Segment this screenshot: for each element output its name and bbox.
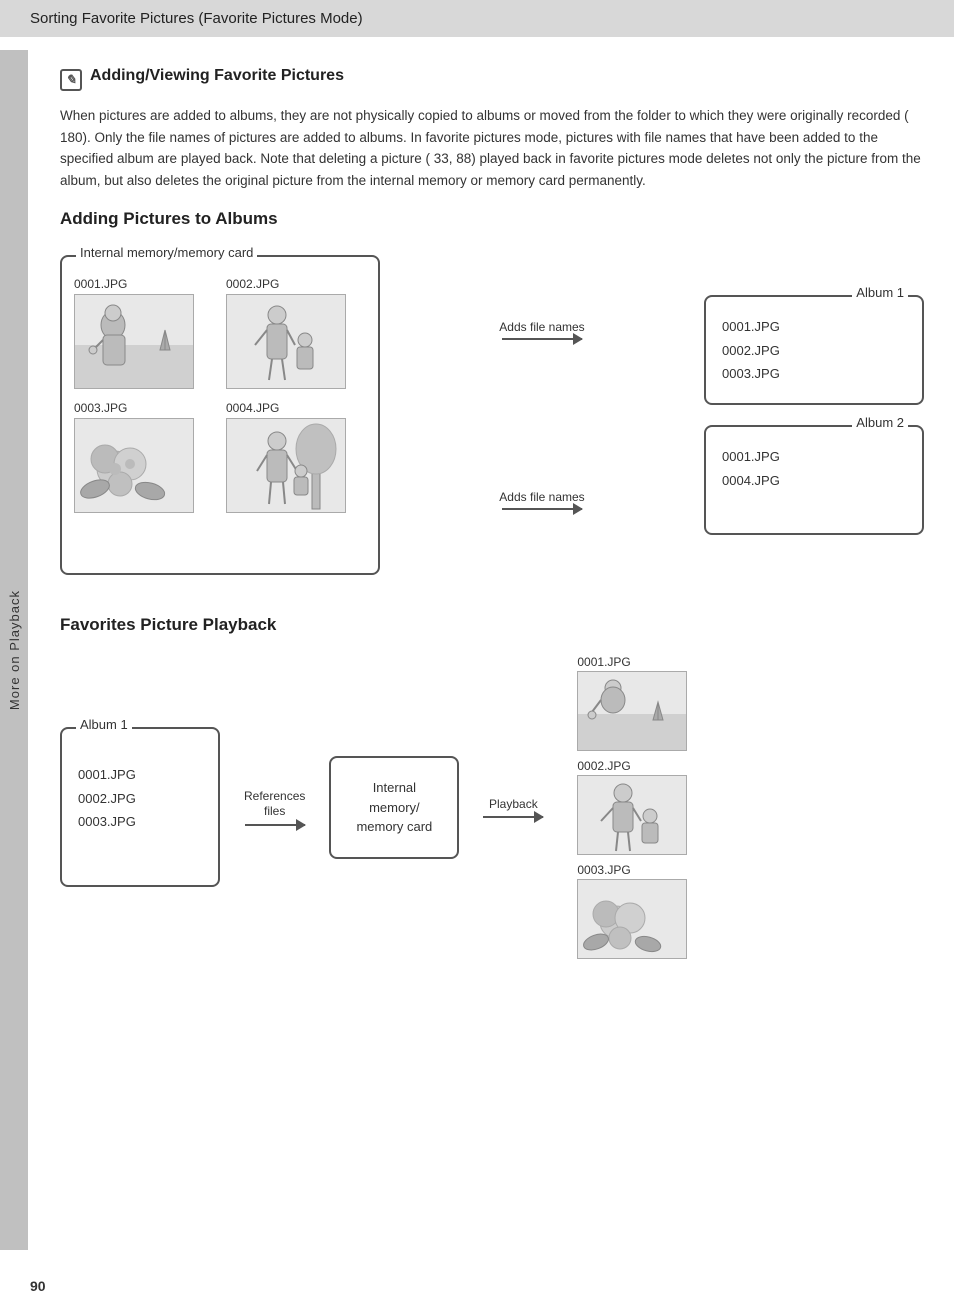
page-header: Sorting Favorite Pictures (Favorite Pict…	[0, 0, 954, 37]
arrow-row-2: Adds file names	[499, 490, 584, 510]
arrow-right-2	[502, 508, 582, 510]
pb-label-1: 0001.JPG	[577, 655, 630, 669]
pb-thumb-1: 0001.JPG	[577, 655, 687, 751]
pb-album1-files: 0001.JPG0002.JPG0003.JPG	[78, 763, 202, 833]
page-number: 90	[30, 1278, 46, 1294]
album2-files: 0001.JPG0004.JPG	[722, 445, 906, 492]
ref-arrow	[245, 824, 305, 826]
thumb-label-3: 0003.JPG	[74, 401, 127, 415]
thumb-label-2: 0002.JPG	[226, 277, 279, 291]
thumb-item-1: 0001.JPG	[74, 277, 214, 389]
album1-files: 0001.JPG0002.JPG0003.JPG	[722, 315, 906, 385]
playback-images: 0001.JPG 0002.JPG	[577, 655, 687, 959]
thumb-img-2	[226, 294, 346, 389]
pb-album1-box: Album 1 0001.JPG0002.JPG0003.JPG	[60, 727, 220, 887]
main-content: ✎ Adding/Viewing Favorite Pictures When …	[30, 37, 954, 989]
arrow-label-1: Adds file names	[499, 320, 584, 334]
thumb-img-3	[74, 418, 194, 513]
playback-diagram: Album 1 0001.JPG0002.JPG0003.JPG Referen…	[60, 655, 924, 959]
album1-label: Album 1	[852, 285, 908, 300]
pb-img-2	[577, 775, 687, 855]
thumb-item-4: 0004.JPG	[226, 401, 366, 513]
pb-label-2: 0002.JPG	[577, 759, 630, 773]
thumb-item-2: 0002.JPG	[226, 277, 366, 389]
sidebar: More on Playback	[0, 50, 28, 1250]
playback-arrow-row: Playback	[483, 797, 543, 819]
note-section: ✎ Adding/Viewing Favorite Pictures	[60, 67, 924, 91]
pb-album1-label: Album 1	[76, 717, 132, 732]
playback-arrow	[483, 816, 543, 818]
albums-section: Album 1 0001.JPG0002.JPG0003.JPG Album 2…	[704, 295, 924, 535]
arrow-row-1: Adds file names	[499, 320, 584, 340]
arrow-line-1	[502, 338, 582, 340]
internal-memory-box: Internal memory/ memory card	[329, 756, 459, 859]
playback-label: Playback	[489, 797, 538, 813]
sidebar-label: More on Playback	[7, 590, 22, 710]
pb-thumb-3: 0003.JPG	[577, 863, 687, 959]
thumb-label-1: 0001.JPG	[74, 277, 127, 291]
note-title: Adding/Viewing Favorite Pictures	[90, 67, 344, 85]
thumb-label-4: 0004.JPG	[226, 401, 279, 415]
arrow-line-2	[502, 508, 582, 510]
pb-thumb-2: 0002.JPG	[577, 759, 687, 855]
note-body: When pictures are added to albums, they …	[60, 105, 924, 191]
internal-memory-label: Internal memory/ memory card	[347, 778, 441, 837]
pb-img-1	[577, 671, 687, 751]
playback-arrow-line	[483, 816, 543, 818]
album1-box: Album 1 0001.JPG0002.JPG0003.JPG	[704, 295, 924, 405]
note-icon: ✎	[60, 69, 82, 91]
memory-box-label: Internal memory/memory card	[76, 245, 257, 260]
arrow-right-1	[502, 338, 582, 340]
adding-diagram: Internal memory/memory card 0001.JPG	[60, 245, 924, 585]
thumb-img-4	[226, 418, 346, 513]
pb-label-3: 0003.JPG	[577, 863, 630, 877]
adding-section-title: Adding Pictures to Albums	[60, 209, 924, 229]
ref-arrow-line	[245, 824, 305, 826]
pb-img-3	[577, 879, 687, 959]
arrow-section: Adds file names Adds file names	[380, 245, 704, 585]
header-title: Sorting Favorite Pictures (Favorite Pict…	[30, 10, 363, 27]
thumb-img-1	[74, 294, 194, 389]
album2-label: Album 2	[852, 415, 908, 430]
arrow-label-2: Adds file names	[499, 490, 584, 504]
thumb-item-3: 0003.JPG	[74, 401, 214, 513]
album2-box: Album 2 0001.JPG0004.JPG	[704, 425, 924, 535]
ref-arrow-row: Referencesfiles	[244, 789, 305, 826]
memory-box: Internal memory/memory card 0001.JPG	[60, 255, 380, 575]
ref-label: Referencesfiles	[244, 789, 305, 820]
playback-section-title: Favorites Picture Playback	[60, 615, 924, 635]
thumbnails-grid: 0001.JPG	[74, 277, 366, 513]
